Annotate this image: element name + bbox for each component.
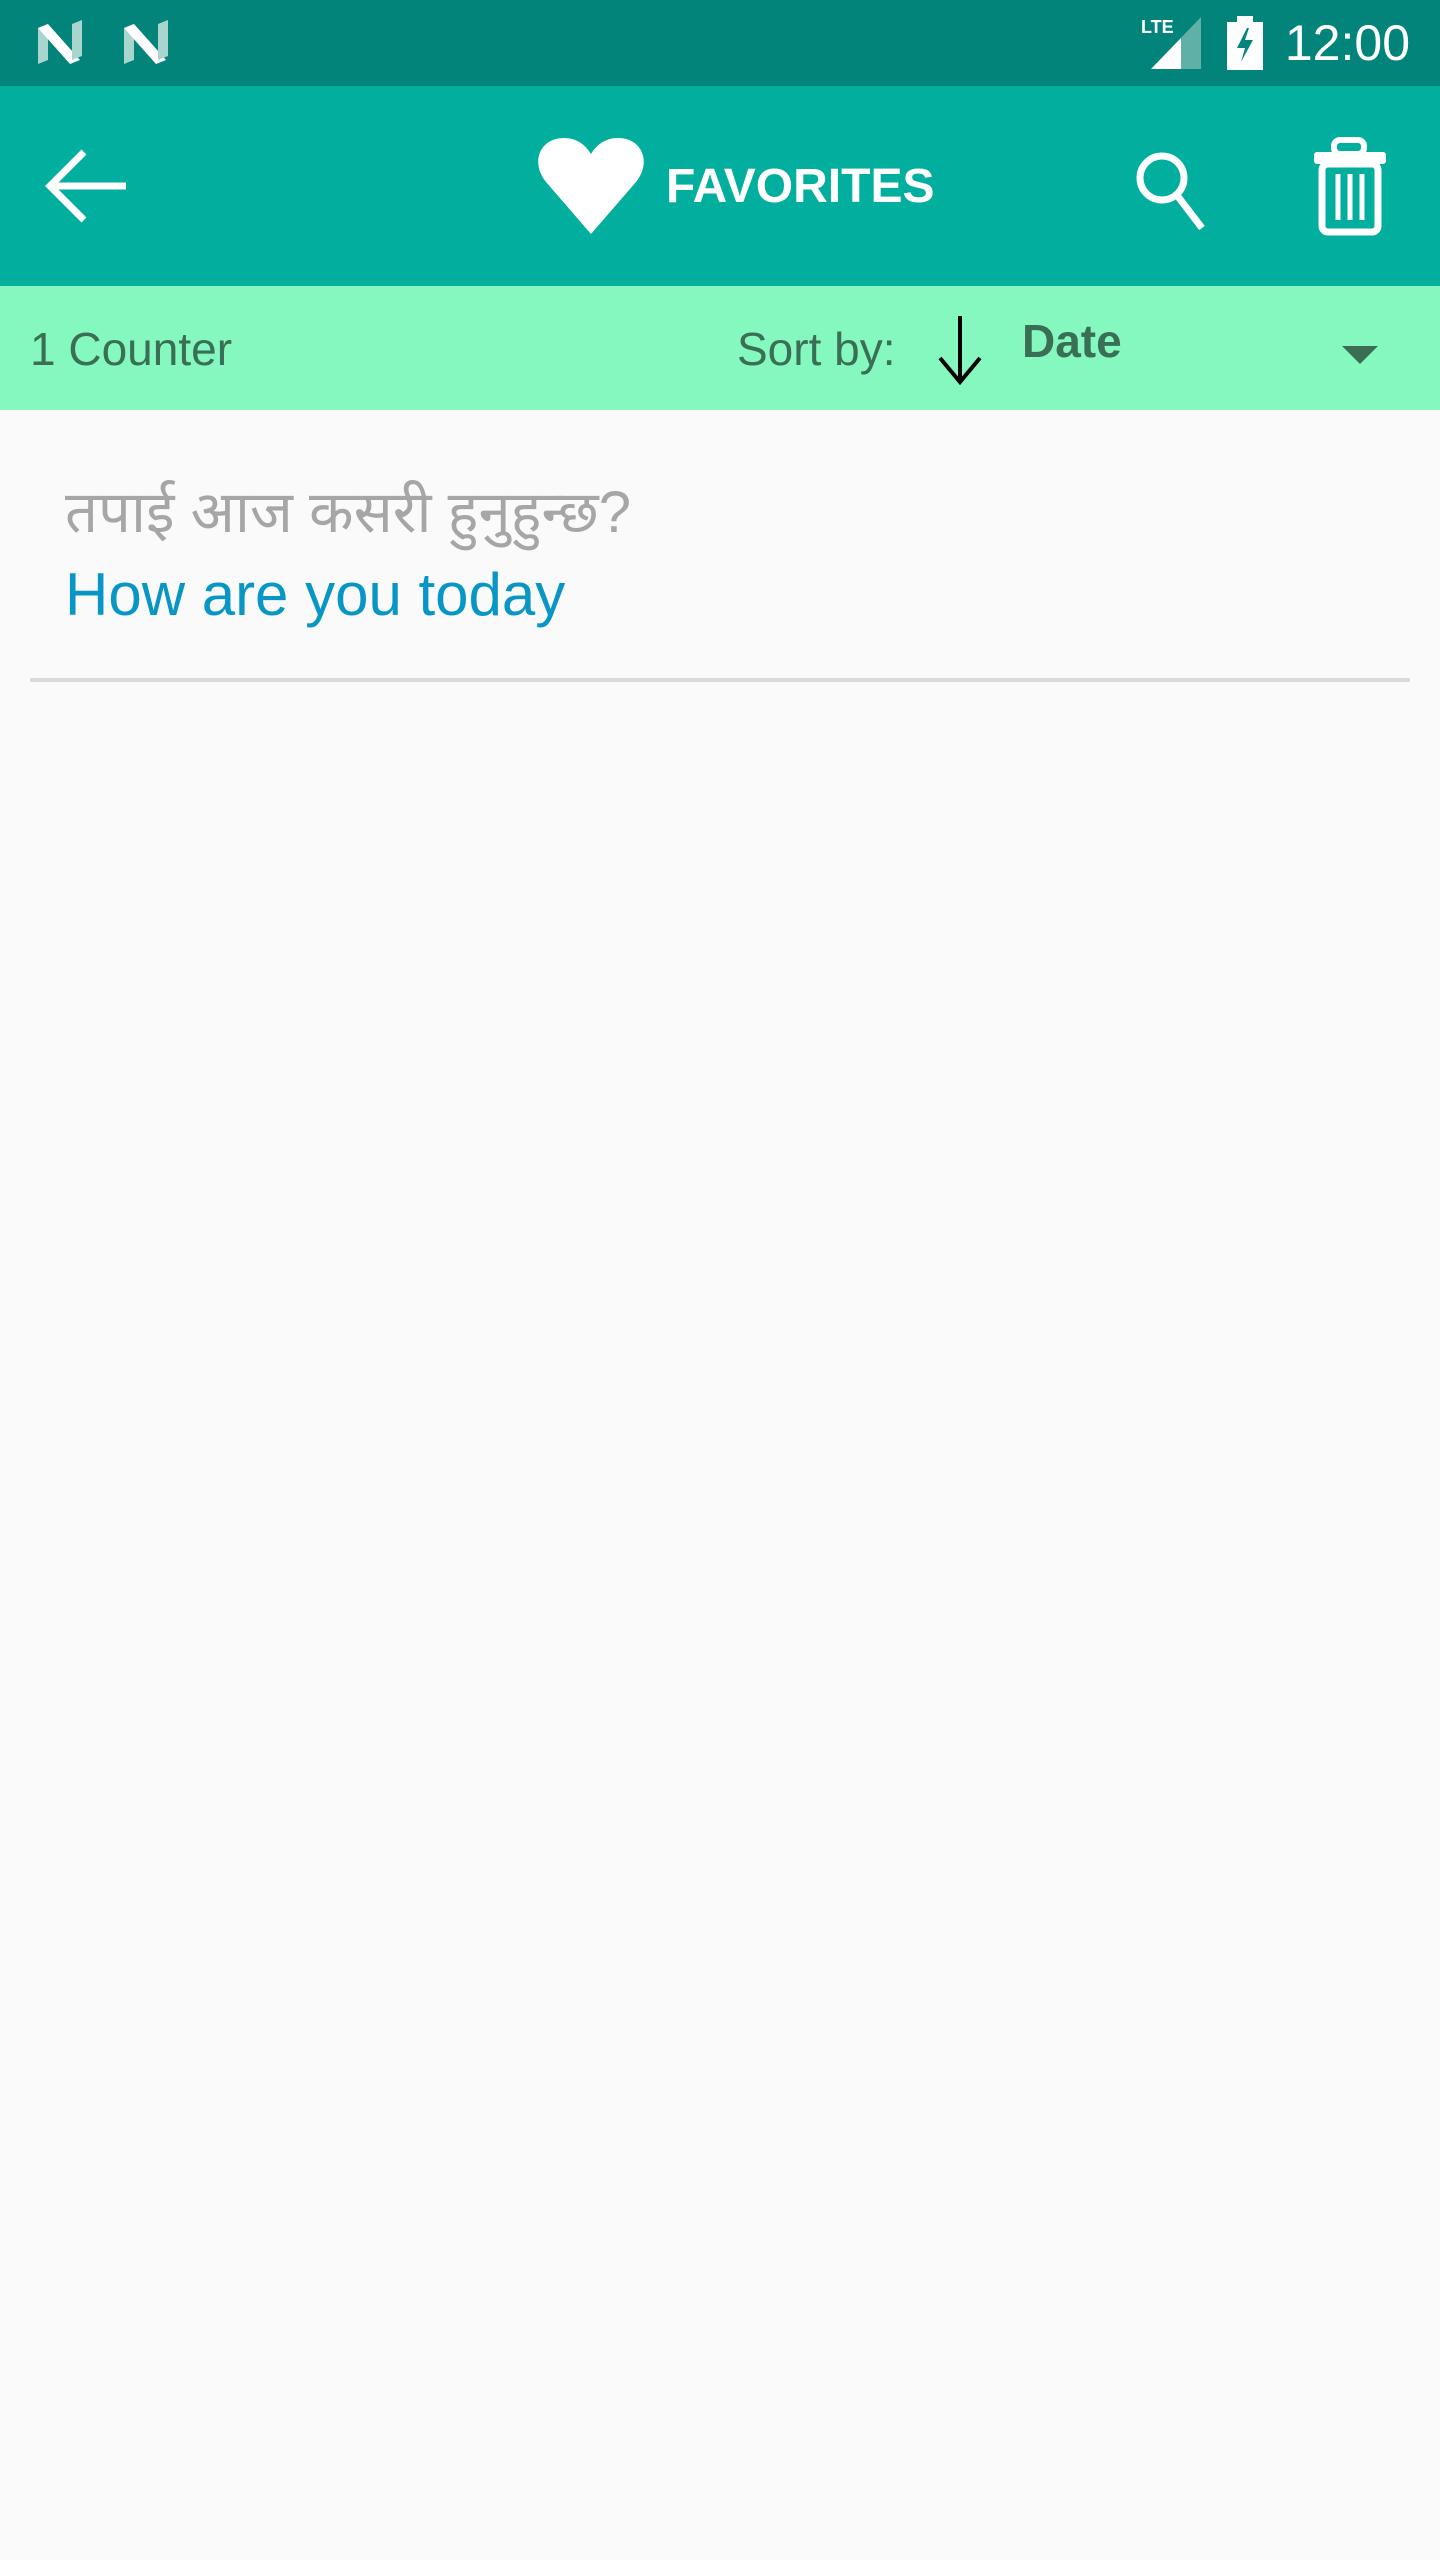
sort-direction-arrow-icon[interactable] — [930, 314, 990, 386]
page-title: FAVORITES — [536, 136, 934, 236]
sort-dropdown[interactable]: Date — [1020, 306, 1400, 390]
back-arrow-icon[interactable] — [44, 146, 134, 226]
source-phrase: तपाई आज कसरी हुनुहुन्छ? — [65, 480, 631, 545]
network-type-label: LTE — [1141, 17, 1174, 37]
search-icon[interactable] — [1130, 146, 1220, 236]
title-label: FAVORITES — [666, 159, 935, 213]
sort-bar: 1 Counter Sort by: Date — [0, 286, 1440, 410]
sort-by-label: Sort by: — [737, 323, 896, 375]
favorites-counter: 1 Counter — [30, 323, 233, 375]
status-bar: LTE 12:00 — [0, 0, 1440, 86]
clock: 12:00 — [1284, 15, 1410, 71]
app-bar: FAVORITES — [0, 86, 1440, 286]
translated-phrase: How are you today — [65, 561, 566, 628]
battery-charging-icon — [1226, 16, 1263, 70]
notification-n-icon — [124, 20, 168, 64]
heart-icon — [538, 138, 644, 234]
notification-n-icon — [38, 20, 82, 64]
lte-signal-icon: LTE — [1141, 17, 1201, 69]
dropdown-arrow-icon — [1342, 346, 1378, 364]
favorite-list-item[interactable]: तपाई आज कसरी हुनुहुन्छ? How are you toda… — [30, 410, 1410, 682]
sort-selected-value: Date — [1022, 315, 1122, 367]
trash-icon[interactable] — [1300, 136, 1400, 236]
